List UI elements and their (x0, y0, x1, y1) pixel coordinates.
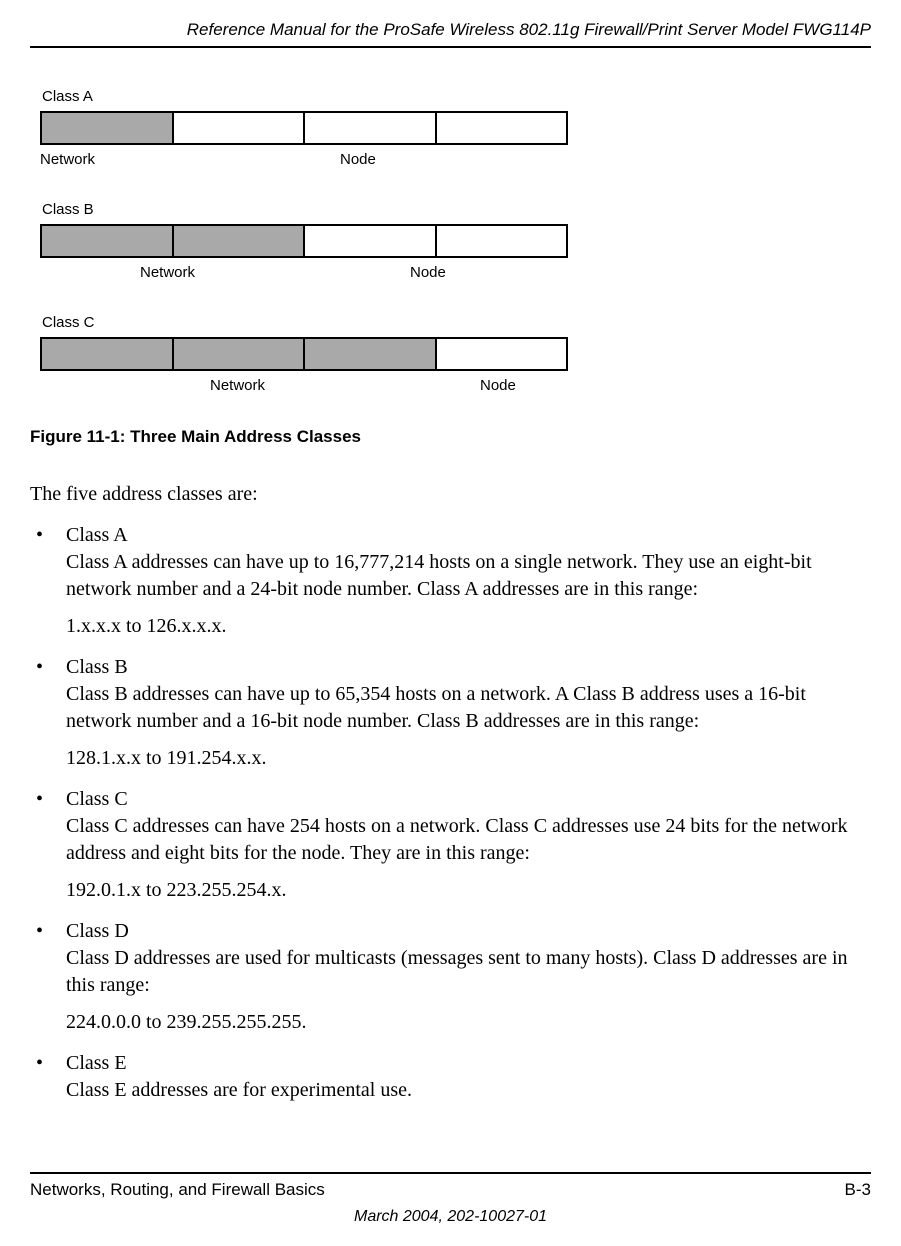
item-desc: Class B addresses can have up to 65,354 … (66, 681, 871, 735)
node-label: Node (410, 264, 446, 281)
class-a-label: Class A (42, 88, 871, 105)
item-title: Class C (66, 786, 871, 813)
item-range: 128.1.x.x to 191.254.x.x. (66, 745, 871, 772)
footer-right: B-3 (845, 1180, 871, 1200)
item-title: Class E (66, 1050, 871, 1077)
node-label: Node (340, 151, 376, 168)
octet-network (305, 339, 437, 369)
body-text: The five address classes are: • Class A … (30, 481, 871, 1104)
item-desc: Class A addresses can have up to 16,777,… (66, 549, 871, 603)
intro-text: The five address classes are: (30, 481, 871, 508)
network-label: Network (140, 264, 195, 281)
bullet-icon: • (30, 1050, 66, 1104)
page-header: Reference Manual for the ProSafe Wireles… (30, 20, 871, 40)
footer-center: March 2004, 202-10027-01 (30, 1208, 871, 1226)
octet-node (437, 113, 567, 143)
bullet-icon: • (30, 786, 66, 904)
class-c-label: Class C (42, 314, 871, 331)
class-a-block: Class A Network Node (40, 88, 871, 171)
octet-network (42, 339, 174, 369)
item-desc: Class E addresses are for experimental u… (66, 1077, 871, 1104)
address-class-diagram: Class A Network Node Class B Network Nod… (40, 88, 871, 397)
list-item: • Class B Class B addresses can have up … (30, 654, 871, 772)
item-range: 1.x.x.x to 126.x.x.x. (66, 613, 871, 640)
list-item: • Class A Class A addresses can have up … (30, 522, 871, 640)
octet-node (305, 226, 437, 256)
footer-rule (30, 1172, 871, 1174)
bullet-icon: • (30, 654, 66, 772)
class-b-octets (40, 224, 568, 258)
bullet-icon: • (30, 918, 66, 1036)
item-title: Class B (66, 654, 871, 681)
class-b-label: Class B (42, 201, 871, 218)
octet-network (42, 113, 174, 143)
class-a-labels: Network Node (40, 151, 568, 171)
item-title: Class A (66, 522, 871, 549)
list-item: • Class E Class E addresses are for expe… (30, 1050, 871, 1104)
footer-left: Networks, Routing, and Firewall Basics (30, 1180, 325, 1200)
class-b-labels: Network Node (40, 264, 568, 284)
class-list: • Class A Class A addresses can have up … (30, 522, 871, 1104)
class-b-block: Class B Network Node (40, 201, 871, 284)
item-range: 192.0.1.x to 223.255.254.x. (66, 877, 871, 904)
list-item: • Class D Class D addresses are used for… (30, 918, 871, 1036)
class-c-block: Class C Network Node (40, 314, 871, 397)
page-footer: Networks, Routing, and Firewall Basics B… (30, 1172, 871, 1226)
class-a-octets (40, 111, 568, 145)
figure-caption: Figure 11-1: Three Main Address Classes (30, 427, 871, 447)
item-desc: Class D addresses are used for multicast… (66, 945, 871, 999)
network-label: Network (40, 151, 95, 168)
item-desc: Class C addresses can have 254 hosts on … (66, 813, 871, 867)
item-range: 224.0.0.0 to 239.255.255.255. (66, 1009, 871, 1036)
item-title: Class D (66, 918, 871, 945)
header-rule (30, 46, 871, 48)
octet-network (42, 226, 174, 256)
octet-node (305, 113, 437, 143)
octet-node (437, 339, 567, 369)
octet-network (174, 339, 306, 369)
octet-node (437, 226, 567, 256)
octet-node (174, 113, 306, 143)
bullet-icon: • (30, 522, 66, 640)
node-label: Node (480, 377, 516, 394)
octet-network (174, 226, 306, 256)
class-c-labels: Network Node (40, 377, 568, 397)
network-label: Network (210, 377, 265, 394)
list-item: • Class C Class C addresses can have 254… (30, 786, 871, 904)
class-c-octets (40, 337, 568, 371)
